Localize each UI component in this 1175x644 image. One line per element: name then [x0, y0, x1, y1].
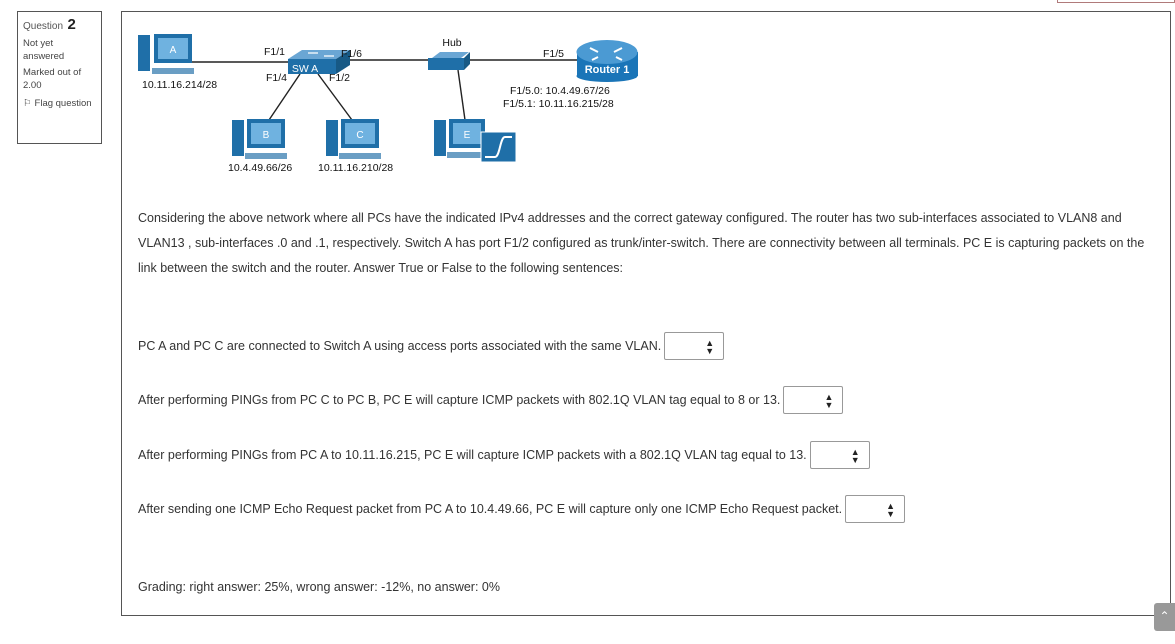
top-tab-edge: [1057, 0, 1175, 3]
hub-label: Hub: [442, 37, 461, 49]
question-info-panel: Question 2 Not yet answered Marked out o…: [17, 11, 102, 144]
pc-a-icon: A: [138, 34, 194, 74]
pc-e-letter: E: [464, 130, 471, 141]
flag-question-link[interactable]: ⚐ Flag question: [23, 97, 96, 110]
pc-c-ip: 10.11.16.210/28: [318, 162, 393, 174]
pc-b-icon: B: [232, 119, 287, 159]
question-marks: Marked out of 2.00: [23, 67, 82, 91]
network-diagram: A 10.11.16.214/28 SW A F1/1 F1/6 F1/4 F1…: [138, 34, 638, 174]
flag-question-label: Flag question: [34, 98, 92, 109]
question-content: A 10.11.16.214/28 SW A F1/1 F1/6 F1/4 F1…: [121, 11, 1171, 616]
select-arrows-icon: ▲ ▼: [850, 447, 860, 465]
true-false-select[interactable]: ▲ ▼: [809, 441, 870, 469]
statement-4: After sending one ICMP Echo Request pack…: [138, 495, 906, 523]
router-interface-2: F1/5.1: 10.11.16.215/28: [503, 98, 614, 110]
question-text: Considering the above network where all …: [138, 211, 1145, 275]
question-number: 2: [67, 16, 76, 33]
true-false-select[interactable]: ▲ ▼: [783, 386, 844, 414]
router-label: Router 1: [585, 64, 630, 76]
scroll-up-button[interactable]: ⌃: [1154, 603, 1175, 631]
pc-b-ip: 10.4.49.66/26: [228, 162, 292, 174]
router-interface-1: F1/5.0: 10.4.49.67/26: [510, 85, 610, 97]
statement-1: PC A and PC C are connected to Switch A …: [138, 332, 725, 360]
statement-3: After performing PINGs from PC A to 10.1…: [138, 441, 870, 469]
select-arrows-icon: ▲ ▼: [705, 338, 715, 356]
statement-text: After performing PINGs from PC C to PC B…: [138, 393, 781, 407]
question-status: Not yet answered: [23, 38, 65, 62]
port-f14: F1/4: [266, 72, 287, 84]
statement-text: PC A and PC C are connected to Switch A …: [138, 339, 662, 353]
pc-a-ip: 10.11.16.214/28: [142, 79, 217, 91]
question-label: Question: [23, 21, 64, 32]
select-arrows-icon: ▲ ▼: [824, 392, 834, 410]
chevron-up-icon: ⌃: [1159, 609, 1170, 623]
port-f12: F1/2: [329, 72, 350, 84]
statement-text: After sending one ICMP Echo Request pack…: [138, 502, 843, 516]
port-f16: F1/6: [341, 48, 362, 60]
true-false-select[interactable]: ▲ ▼: [845, 495, 906, 523]
flag-icon: ⚐: [23, 98, 32, 109]
true-false-select[interactable]: ▲ ▼: [664, 332, 725, 360]
switch-label: SW A: [292, 63, 318, 75]
statement-2: After performing PINGs from PC C to PC B…: [138, 386, 844, 414]
pc-a-letter: A: [170, 45, 177, 56]
pc-e-sniffer-icon: E: [434, 119, 517, 163]
pc-c-icon: C: [326, 119, 381, 159]
port-f11: F1/1: [264, 46, 285, 58]
hub-icon: [428, 52, 470, 70]
select-arrows-icon: ▲ ▼: [886, 501, 896, 519]
port-f15: F1/5: [543, 48, 564, 60]
statement-text: After performing PINGs from PC A to 10.1…: [138, 448, 807, 462]
pc-c-letter: C: [356, 130, 363, 141]
question-heading: Question 2: [23, 16, 96, 34]
link-hub-e: [457, 69, 466, 121]
pc-b-letter: B: [263, 130, 270, 141]
grading-text: Grading: right answer: 25%, wrong answer…: [138, 580, 500, 594]
